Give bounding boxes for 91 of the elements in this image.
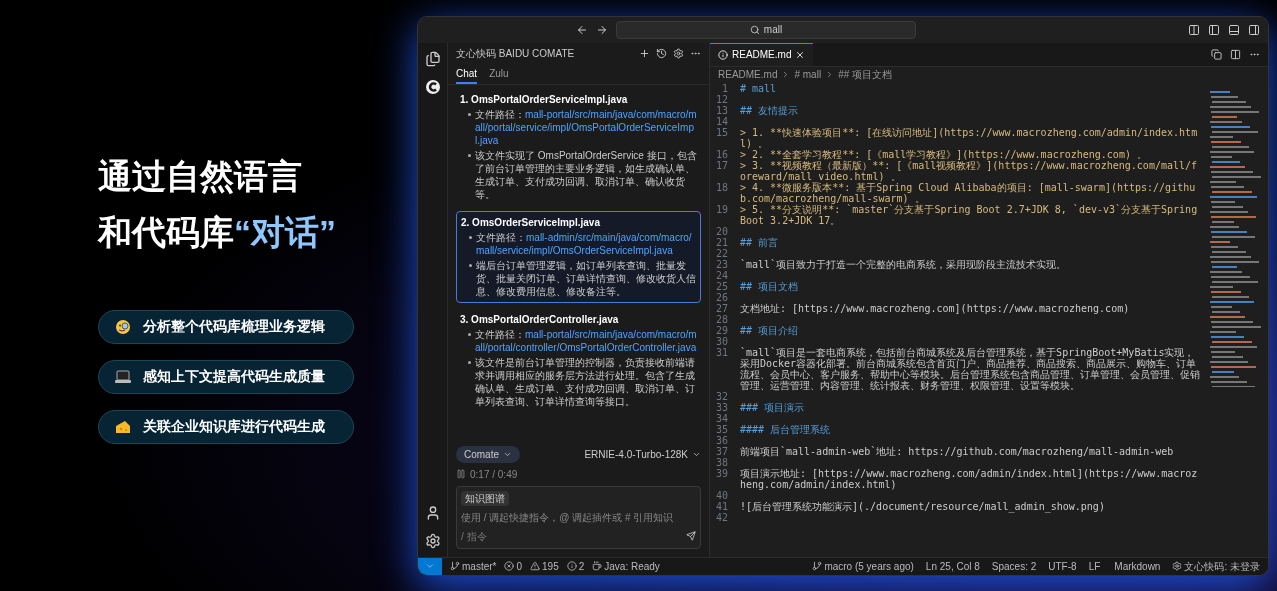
breadcrumb-item[interactable]: # mall: [794, 67, 822, 82]
line-number: 18: [714, 181, 729, 195]
status-item[interactable]: Ln 25, Col 8: [925, 558, 980, 574]
status-item[interactable]: 文心快码: 未登录: [1172, 558, 1260, 574]
line-number: 32: [714, 390, 729, 402]
heading-line: # mall: [740, 82, 778, 94]
feature-label: 分析整个代码库梳理业务逻辑: [143, 317, 325, 336]
panel-title: 文心快码 BAIDU COMATE: [456, 47, 575, 61]
line-number: 16: [714, 148, 729, 160]
line-number: 21: [714, 236, 729, 248]
line-number: 42: [714, 511, 729, 523]
hero-title: 和代码库: [98, 211, 234, 253]
line-number: 33: [714, 401, 729, 413]
line-number: 38: [714, 456, 729, 468]
code-line: 前端项目`mall-admin-web`地址: https://github.com/macrozheng/mall-admin-web: [740, 445, 1175, 457]
status-item[interactable]: LF: [1088, 558, 1101, 574]
line-number: 14: [714, 115, 729, 127]
code-line: 项目演示地址: [https://www.macrozheng.com/admin/index.html](https://www.macrozheng.com/admin/index.html): [740, 467, 1199, 490]
line-number: 24: [714, 269, 729, 281]
status-item[interactable]: master*: [450, 558, 497, 574]
file-description: 端后台订单管理逻辑，如订单列表查询、批量发货、批量关闭订单、订单详情查询、修改收货人信息、修改费用信息、修改备注等。: [476, 258, 696, 298]
code-line: > 1. **快速体验项目**: [在线访问地址](https://www.macrozheng.com/admin/index.html) 。: [740, 126, 1199, 149]
line-number: 13: [714, 104, 729, 116]
file-description: 该文件是前台订单管理的控制器，负责接收前端请求并调用相应的服务层方法进行处理。包含了生成确认单、生成订单、支付成功回调、取消订单、订单列表查询、订单详情查询等接口。: [475, 355, 696, 408]
line-number: 41: [714, 500, 729, 512]
heading-line: ## 项目介绍: [740, 324, 800, 336]
status-item[interactable]: macro (5 years ago): [812, 558, 914, 574]
heading-line: ## 友情提示: [740, 104, 800, 116]
editor-tab[interactable]: README.md: [710, 42, 814, 66]
file-path: 文件路径：mall-portal/src/main/java/com/macro/mall/portal/service/impl/OmsPortalOrderServiceImpl.java: [475, 107, 697, 147]
code-line: ![后台管理系统功能演示](./document/resource/mall_admin_show.png): [740, 500, 1106, 512]
line-number: 37: [714, 445, 729, 457]
code-line: > 5. **分支说明**: `master`分支基于Spring Boot 2.7+JDK 8, `dev-v3`分支基于Spring Boot 3.2+JDK 17。: [740, 203, 1199, 226]
status-item[interactable]: 195: [530, 558, 559, 574]
code-line: > 2. **全套学习教程**: [《mall学习教程》](https://www.macrozheng.com) 。: [740, 148, 1147, 160]
code-line: `mall`项目是一套电商系统，包括前台商城系统及后台管理系统，基于SpringBoot+MyBatis实现，采用Docker容器化部署。前台商城系统包含首页门户、商品推荐、商品搜索、商品展示、购物车、订单流程、会员中心、客户服务、帮助中心等模块。后台管理系统包含商品管理、订单管理、会员管理、促销管理、运营管理、内容管理、统计报表、财务管理、权限管理、设置等模块。: [740, 346, 1201, 391]
file-path: 文件路径：mall-admin/src/main/java/com/macro/mall/service/impl/OmsOrderServiceImpl.java: [476, 230, 693, 257]
line-number: 34: [714, 412, 729, 424]
line-number: 23: [714, 258, 729, 270]
hero-title: 通过自然语言: [98, 155, 303, 197]
line-number: 26: [714, 291, 729, 303]
search-field[interactable]: mall: [616, 20, 916, 39]
heading-line: ### 项目演示: [740, 401, 806, 413]
heading-line: ## 项目文档: [740, 280, 800, 292]
heading-line: ## 前言: [740, 236, 780, 248]
knowledge-tag: 知识图谱: [461, 490, 509, 506]
status-item[interactable]: Java: Ready: [592, 558, 660, 574]
line-number: 1: [720, 82, 729, 94]
heading-line: #### 后台管理系统: [740, 423, 832, 435]
file-path: 文件路径：mall-portal/src/main/java/com/macro/mall/portal/controller/OmsPortalOrderController.java: [475, 327, 697, 354]
status-item[interactable]: Spaces: 2: [991, 558, 1037, 574]
line-number: 28: [714, 313, 729, 325]
file-title: 2. OmsOrderServiceImpl.java: [461, 215, 601, 229]
line-number: 29: [714, 324, 729, 336]
line-number: 30: [714, 335, 729, 347]
code-line: > 3. **视频教程（最新版）**: [《mall视频教程》](https://www.macrozheng.com/mall/foreward/mall_video.html) 。: [740, 159, 1199, 182]
status-item[interactable]: 2: [566, 558, 585, 574]
line-number: 22: [714, 247, 729, 259]
chat-tab[interactable]: Chat: [456, 64, 478, 84]
line-number: 35: [714, 423, 729, 435]
line-number: 36: [714, 434, 729, 446]
line-number: 31: [714, 346, 729, 360]
file-description: 该文件实现了 OmsPortalOrderService 接口，包含了前台订单管理的主要业务逻辑，如生成确认单、生成订单、支付成功回调、取消订单、确认收货等。: [475, 148, 697, 201]
line-number: 17: [714, 159, 729, 173]
line-number: 40: [714, 489, 729, 501]
status-item[interactable]: 0: [504, 558, 522, 574]
status-item[interactable]: UTF-8: [1048, 558, 1077, 574]
line-number: 39: [714, 467, 729, 481]
chat-input[interactable]: 知识图谱 使用 / 调起快捷指令，@ 调起插件或 # 引用知识 / 指令: [456, 485, 701, 549]
breadcrumb-item[interactable]: ## 项目文档: [838, 67, 893, 82]
breadcrumb-item[interactable]: README.md: [718, 67, 778, 82]
code-line: 文档地址: [https://www.macrozheng.com](https://www.macrozheng.com): [740, 302, 1131, 314]
hero-title-highlight: “对话”: [234, 211, 336, 253]
line-number: 19: [714, 203, 729, 217]
message-input[interactable]: 使用 / 调起快捷指令，@ 调起插件或 # 引用知识: [461, 509, 696, 525]
line-number: 15: [714, 126, 729, 140]
chat-tab[interactable]: Zulu: [489, 64, 509, 84]
line-number: 27: [714, 302, 729, 314]
feature-label: 感知上下文提高代码生成质量: [143, 367, 325, 386]
file-title: 3. OmsPortalOrderController.java: [460, 312, 620, 326]
code-line: `mall`项目致力于打造一个完整的电商系统，采用现阶段主流技术实现。: [740, 258, 1068, 270]
model-selector[interactable]: ERNIE-4.0-Turbo-128K: [584, 446, 701, 462]
feature-label: 关联企业知识库进行代码生成: [143, 417, 325, 436]
line-number: 12: [714, 93, 729, 105]
command-hint: / 指令: [461, 529, 487, 544]
agent-selector[interactable]: Comate: [456, 445, 520, 463]
line-number: 25: [714, 280, 729, 292]
file-title: 1. OmsPortalOrderServiceImpl.java: [460, 92, 629, 106]
video-time: 0:17 / 0:49: [470, 467, 518, 482]
status-item[interactable]: Markdown: [1112, 558, 1161, 574]
line-number: 20: [714, 225, 729, 237]
